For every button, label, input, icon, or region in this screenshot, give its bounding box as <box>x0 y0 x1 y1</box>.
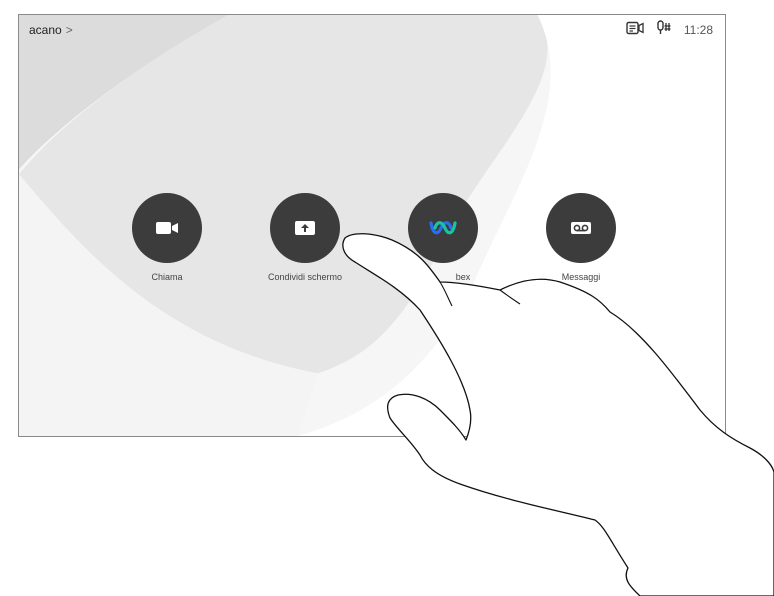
microphone-icon[interactable] <box>656 19 672 41</box>
top-status-bar: acano > 11:28 <box>19 15 725 45</box>
call-button[interactable] <box>132 193 202 263</box>
call-label: Chiama <box>151 272 183 282</box>
messages-tile[interactable]: Messaggi <box>526 193 636 282</box>
voicemail-icon <box>571 222 591 234</box>
webex-tile[interactable]: bex <box>388 193 498 282</box>
device-name-menu[interactable]: acano > <box>29 23 73 37</box>
share-screen-tile[interactable]: Condividi schermo <box>250 193 360 282</box>
status-area: 11:28 <box>626 19 713 41</box>
camera-control-icon[interactable] <box>626 21 644 40</box>
webex-label: bex <box>455 272 471 282</box>
webex-button[interactable] <box>408 193 478 263</box>
webex-icon <box>429 221 457 235</box>
share-screen-label: Condividi schermo <box>267 272 343 282</box>
messages-label: Messaggi <box>561 272 601 282</box>
video-camera-icon <box>156 222 178 234</box>
chevron-right-icon: > <box>65 23 73 37</box>
messages-button[interactable] <box>546 193 616 263</box>
device-name-label: acano <box>29 23 62 37</box>
share-screen-button[interactable] <box>270 193 340 263</box>
clock: 11:28 <box>683 23 713 37</box>
call-tile[interactable]: Chiama <box>112 193 222 282</box>
share-screen-icon <box>295 221 315 235</box>
touch-panel-screen: acano > 11:28 Chiama Condividi schermo b… <box>18 14 726 437</box>
